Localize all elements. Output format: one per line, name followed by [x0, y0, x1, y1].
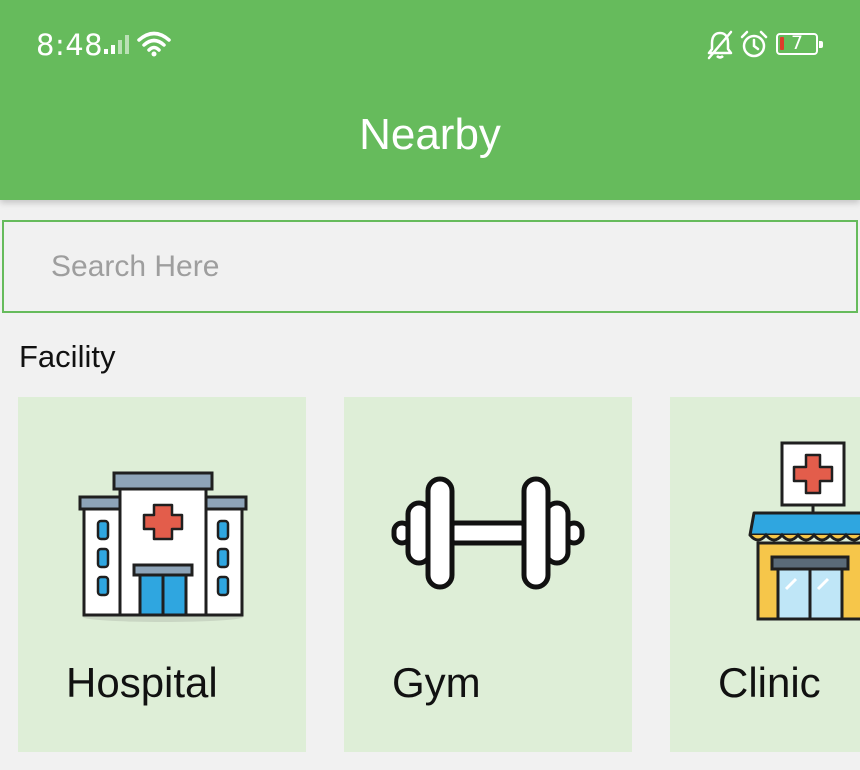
- section-title: Facility: [19, 339, 116, 374]
- facility-label-clinic: Clinic: [718, 659, 821, 706]
- clinic-icon: [748, 441, 860, 621]
- wifi-icon: [137, 30, 171, 63]
- signal-icon: [104, 34, 130, 59]
- dumbbell-icon: [391, 476, 585, 590]
- status-bar: 8:48 7: [0, 0, 860, 90]
- facility-label-gym: Gym: [392, 659, 481, 706]
- battery-icon: 7: [776, 32, 823, 55]
- battery-nub: [819, 41, 823, 48]
- facility-card-hospital[interactable]: Hospital: [18, 397, 306, 752]
- facility-card-gym[interactable]: Gym: [344, 397, 632, 752]
- search-box[interactable]: [2, 220, 858, 313]
- search-input[interactable]: [4, 222, 856, 311]
- facility-card-clinic[interactable]: Clinic: [670, 397, 860, 752]
- app-bar: 8:48 7 Nearby: [0, 0, 860, 200]
- battery-level-text: 7: [790, 32, 804, 54]
- facility-label-hospital: Hospital: [66, 659, 218, 706]
- bell-off-icon: [706, 30, 734, 65]
- status-time: 8:48: [36, 28, 104, 62]
- hospital-icon: [78, 471, 248, 622]
- alarm-icon: [739, 30, 769, 65]
- page-title: Nearby: [359, 110, 501, 159]
